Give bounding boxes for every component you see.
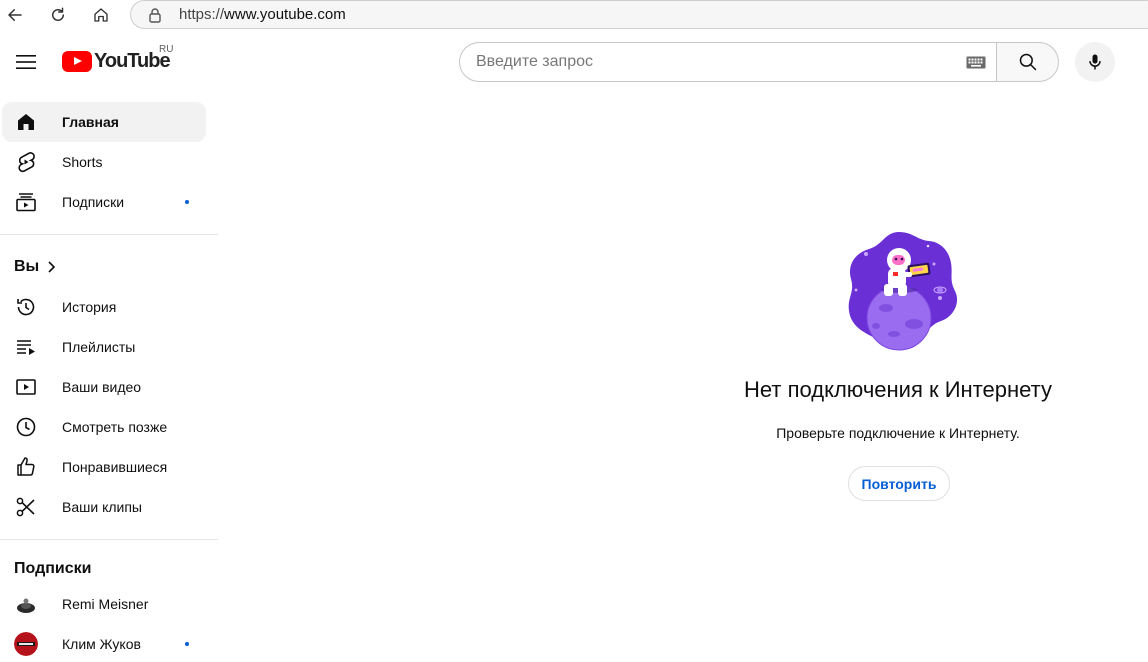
subscriptions-section-heading: Подписки: [14, 560, 91, 578]
you-section-heading[interactable]: Вы: [14, 258, 57, 276]
search-input[interactable]: [476, 53, 946, 71]
home-icon: [14, 110, 38, 134]
sidebar-item-clips[interactable]: Ваши клипы: [2, 487, 206, 527]
browser-toolbar: https://www.youtube.com: [0, 0, 1148, 30]
sidebar-item-shorts[interactable]: Shorts: [2, 142, 206, 182]
sidebar-item-label: Ваши видео: [62, 379, 142, 395]
your-videos-icon: [14, 375, 38, 399]
sidebar-item-label: Смотреть позже: [62, 419, 168, 435]
sidebar-divider: [0, 539, 218, 540]
sidebar-item-label: Ваши клипы: [62, 499, 142, 515]
sidebar: Главная Shorts Подписки Вы История Плейл…: [0, 94, 220, 662]
url-text: https://www.youtube.com: [179, 6, 346, 23]
sidebar-item-label: Клим Жуков: [62, 636, 141, 652]
lock-icon: [149, 7, 161, 23]
sidebar-divider: [0, 234, 218, 235]
reload-icon: [52, 7, 64, 21]
new-content-dot: [185, 200, 189, 204]
you-heading-label: Вы: [14, 258, 40, 275]
subscription-channel[interactable]: Клим Жуков: [2, 624, 206, 662]
sidebar-item-history[interactable]: История: [2, 287, 206, 327]
address-bar[interactable]: https://www.youtube.com: [130, 0, 1148, 29]
voice-search-button[interactable]: [1075, 42, 1115, 82]
playlists-icon: [14, 335, 38, 359]
chevron-right-icon: [48, 261, 56, 273]
channel-avatar: [14, 632, 38, 656]
country-code: RU: [159, 44, 174, 55]
sidebar-item-label: Плейлисты: [62, 339, 136, 355]
sidebar-item-label: Подписки: [62, 194, 125, 210]
channel-avatar: [14, 592, 38, 616]
sidebar-item-liked[interactable]: Понравившиеся: [2, 447, 206, 487]
home-page-button[interactable]: [89, 3, 113, 27]
youtube-logo[interactable]: YouTube RU: [62, 44, 173, 73]
offline-title: Нет подключения к Интернету: [744, 377, 1052, 402]
sidebar-item-home[interactable]: Главная: [2, 102, 206, 142]
clips-icon: [14, 495, 38, 519]
sidebar-item-subscriptions[interactable]: Подписки: [2, 182, 206, 222]
keyboard-icon[interactable]: [966, 56, 986, 69]
sidebar-item-label: Remi Meisner: [62, 596, 149, 612]
back-button[interactable]: [3, 3, 27, 27]
thumbs-up-icon: [14, 455, 38, 479]
sidebar-item-your-videos[interactable]: Ваши видео: [2, 367, 206, 407]
astronaut-planet-icon: [848, 232, 958, 351]
sidebar-item-label: Понравившиеся: [62, 459, 168, 475]
youtube-play-icon: [62, 51, 92, 72]
sidebar-item-label: История: [62, 299, 117, 315]
search-input-wrapper: [459, 42, 996, 82]
search-button[interactable]: [996, 42, 1059, 82]
offline-illustration: [836, 228, 962, 354]
guide-menu-button[interactable]: [6, 42, 46, 82]
microphone-icon: [1089, 54, 1101, 70]
shorts-icon: [14, 150, 38, 174]
retry-button[interactable]: Повторить: [848, 466, 950, 501]
hamburger-icon: [16, 55, 36, 69]
offline-subtitle: Проверьте подключение к Интернету.: [776, 425, 1020, 441]
sidebar-item-label: Главная: [62, 114, 119, 130]
house-icon: [94, 8, 108, 22]
sidebar-item-playlists[interactable]: Плейлисты: [2, 327, 206, 367]
search-icon: [1019, 53, 1036, 71]
reload-button[interactable]: [46, 3, 70, 27]
back-arrow-icon: [8, 9, 22, 21]
subscription-channel[interactable]: Remi Meisner: [2, 584, 206, 624]
search-box: [459, 42, 1059, 82]
watch-later-icon: [14, 415, 38, 439]
sidebar-item-watch-later[interactable]: Смотреть позже: [2, 407, 206, 447]
history-icon: [14, 295, 38, 319]
new-content-dot: [185, 642, 189, 646]
youtube-header: YouTube RU: [0, 30, 1148, 94]
sidebar-item-label: Shorts: [62, 154, 103, 170]
subscriptions-heading-label: Подписки: [14, 560, 92, 577]
subscriptions-icon: [14, 190, 38, 214]
